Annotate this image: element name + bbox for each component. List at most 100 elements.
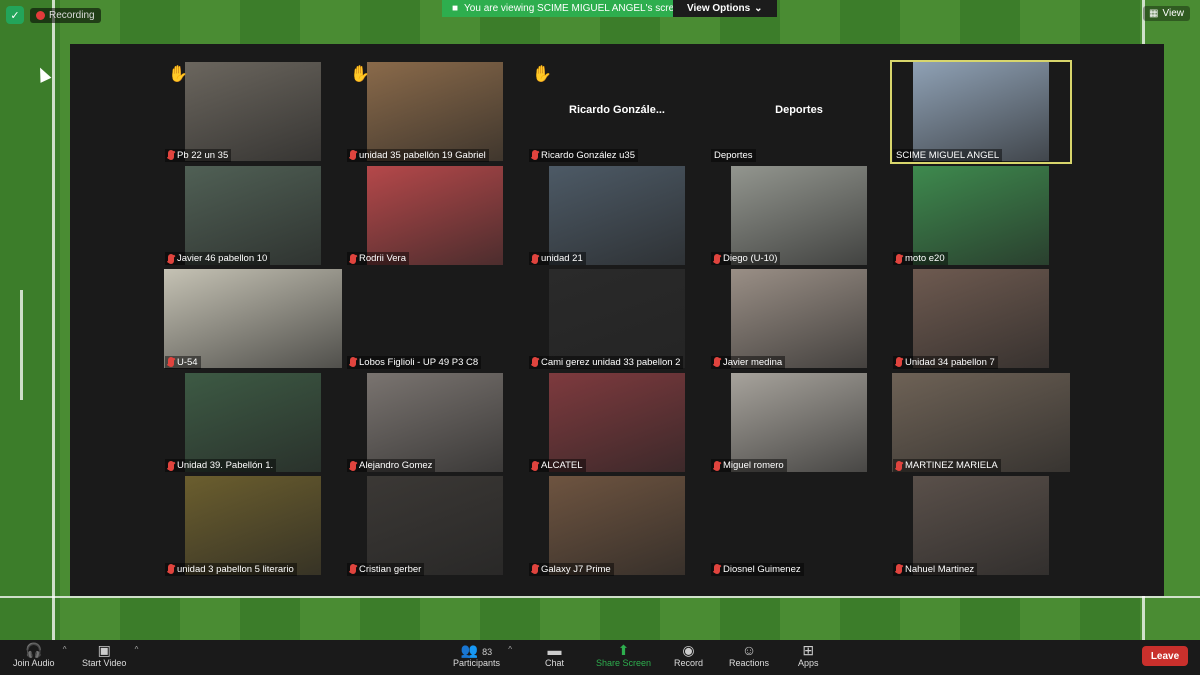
muted-mic-icon: [168, 150, 174, 161]
participant-tile[interactable]: Cami gerez unidad 33 pabellon 2: [526, 267, 708, 371]
participant-video: [185, 62, 321, 161]
muted-mic-icon: [714, 564, 720, 575]
video-off-icon: ▣: [97, 642, 111, 658]
participant-name-tag: Rodrii Vera: [347, 252, 409, 266]
viewing-text: You are viewing SCIME MIGUEL ANGEL's scr…: [464, 3, 686, 14]
raised-hand-icon: ✋: [350, 66, 370, 83]
start-video-label: Start Video: [82, 658, 127, 668]
muted-mic-icon: [532, 357, 538, 368]
participant-name: SCIME MIGUEL ANGEL: [896, 149, 1000, 161]
record-button[interactable]: ◉ Record: [674, 642, 703, 668]
muted-mic-icon: [350, 460, 356, 471]
participant-name: Rodrii Vera: [359, 253, 406, 265]
muted-mic-icon: [532, 150, 538, 161]
participant-tile[interactable]: Alejandro Gomez: [344, 371, 526, 475]
participant-name: Diego (U-10): [723, 253, 778, 265]
start-video-button[interactable]: ▣ Start Video ^: [82, 642, 138, 668]
muted-mic-icon: [714, 253, 720, 264]
participant-tile[interactable]: MARTINEZ MARIELA: [890, 371, 1072, 475]
participant-tile[interactable]: Javier 46 pabellon 10: [162, 164, 344, 268]
participant-tile[interactable]: U-54: [162, 267, 344, 371]
participant-video: [367, 476, 503, 576]
participant-name: unidad 3 pabellon 5 literario: [177, 563, 294, 575]
chat-button[interactable]: ▬ Chat: [545, 642, 564, 668]
participant-tile[interactable]: Galaxy J7 Prime: [526, 474, 708, 578]
participant-name-tag: unidad 3 pabellon 5 literario: [165, 562, 297, 576]
participant-tile[interactable]: unidad 3 pabellon 5 literario: [162, 474, 344, 578]
participant-name-tag: Galaxy J7 Prime: [529, 562, 614, 576]
chevron-up-icon[interactable]: ^: [63, 645, 67, 654]
participant-name: Pb 22 un 35: [177, 149, 229, 161]
leave-button[interactable]: Leave: [1142, 646, 1188, 666]
participant-video: [731, 165, 867, 265]
participant-tile[interactable]: unidad 21: [526, 164, 708, 268]
participant-name: moto e20: [905, 253, 945, 265]
participant-name: Ricardo González u35: [541, 149, 635, 161]
participant-name: Galaxy J7 Prime: [541, 563, 611, 575]
participant-video: [913, 165, 1049, 265]
share-screen-button[interactable]: ⬆ Share Screen: [596, 642, 651, 668]
participant-name: Diosnel Guimenez: [723, 563, 801, 575]
participant-name: Unidad 39. Pabellón 1.: [177, 460, 274, 472]
participant-name-tag: Javier 46 pabellon 10: [165, 252, 271, 266]
participant-tile[interactable]: Diego (U-10): [708, 164, 890, 268]
share-screen-icon: ⬆: [617, 642, 630, 658]
participant-name: unidad 35 pabellón 19 Gabriel: [359, 149, 486, 161]
participants-button[interactable]: 👥 83 Participants ^: [453, 642, 512, 668]
chevron-up-icon[interactable]: ^: [135, 645, 139, 654]
participant-tile[interactable]: ALCATEL: [526, 371, 708, 475]
participant-tile[interactable]: Lobos Figlioli - UP 49 P3 C8: [344, 267, 526, 371]
apps-button[interactable]: ⊞ Apps: [798, 642, 819, 668]
participant-tile[interactable]: Javier medina: [708, 267, 890, 371]
participant-tile[interactable]: Unidad 34 pabellon 7: [890, 267, 1072, 371]
participant-video: [185, 476, 321, 576]
recording-indicator[interactable]: Recording: [30, 7, 101, 23]
chevron-up-icon[interactable]: ^: [508, 645, 512, 654]
participant-video: [164, 269, 342, 369]
reactions-button[interactable]: ☺ Reactions: [729, 642, 769, 668]
muted-mic-icon: [532, 253, 538, 264]
participant-name: Cristian gerber: [359, 563, 422, 575]
participant-name-tag: Unidad 34 pabellon 7: [893, 355, 998, 369]
security-shield-icon[interactable]: ✓: [6, 6, 24, 24]
muted-mic-icon: [168, 460, 174, 471]
muted-mic-icon: [168, 253, 174, 264]
participant-tile[interactable]: ✋ Pb 22 un 35: [162, 60, 344, 164]
participant-tile[interactable]: Deportes Deportes: [708, 60, 890, 164]
participant-video: [185, 165, 321, 265]
participant-name-tag: Alejandro Gomez: [347, 459, 436, 473]
participant-video: [549, 269, 685, 369]
participant-tile[interactable]: SCIME MIGUEL ANGEL: [890, 60, 1072, 164]
participant-tile[interactable]: Rodrii Vera: [344, 164, 526, 268]
participant-name-tag: U-54: [165, 355, 201, 369]
participant-name-tag: unidad 21: [529, 252, 586, 266]
participant-tile[interactable]: Diosnel Guimenez: [708, 474, 890, 578]
participant-tile[interactable]: Cristian gerber: [344, 474, 526, 578]
participant-name-tag: Diosnel Guimenez: [711, 562, 804, 576]
participant-name-tag: MARTINEZ MARIELA: [893, 459, 1001, 473]
participants-icon: 👥 83: [460, 642, 493, 658]
meeting-toolbar: 🎧 Join Audio ^ ▣ Start Video ^ 👥 83 Part…: [0, 640, 1200, 675]
participant-tile[interactable]: Nahuel Martinez: [890, 474, 1072, 578]
chat-label: Chat: [545, 658, 565, 668]
raised-hand-icon: ✋: [532, 66, 552, 83]
view-options-button[interactable]: View Options ⌄: [673, 0, 777, 17]
muted-mic-icon: [350, 150, 356, 161]
record-dot-icon: [36, 10, 45, 20]
participant-name: Lobos Figlioli - UP 49 P3 C8: [359, 356, 479, 368]
participant-video: [731, 372, 867, 472]
shield-icon: ■: [452, 3, 459, 14]
participant-name: Deportes: [714, 149, 753, 161]
participant-tile[interactable]: ✋ unidad 35 pabellón 19 Gabriel: [344, 60, 526, 164]
participant-name-tag: Miguel romero: [711, 459, 787, 473]
view-button[interactable]: ▦ View: [1143, 6, 1190, 21]
participant-tile[interactable]: Miguel romero: [708, 371, 890, 475]
participant-name-tag: Cami gerez unidad 33 pabellon 2: [529, 355, 684, 369]
join-audio-label: Join Audio: [13, 658, 55, 668]
muted-mic-icon: [896, 357, 902, 368]
participant-name-tag: Diego (U-10): [711, 252, 781, 266]
participant-tile[interactable]: Unidad 39. Pabellón 1.: [162, 371, 344, 475]
join-audio-button[interactable]: 🎧 Join Audio ^: [13, 642, 67, 668]
participant-tile[interactable]: Ricardo Gonzále... ✋ Ricardo González u35: [526, 60, 708, 164]
participant-tile[interactable]: moto e20: [890, 164, 1072, 268]
